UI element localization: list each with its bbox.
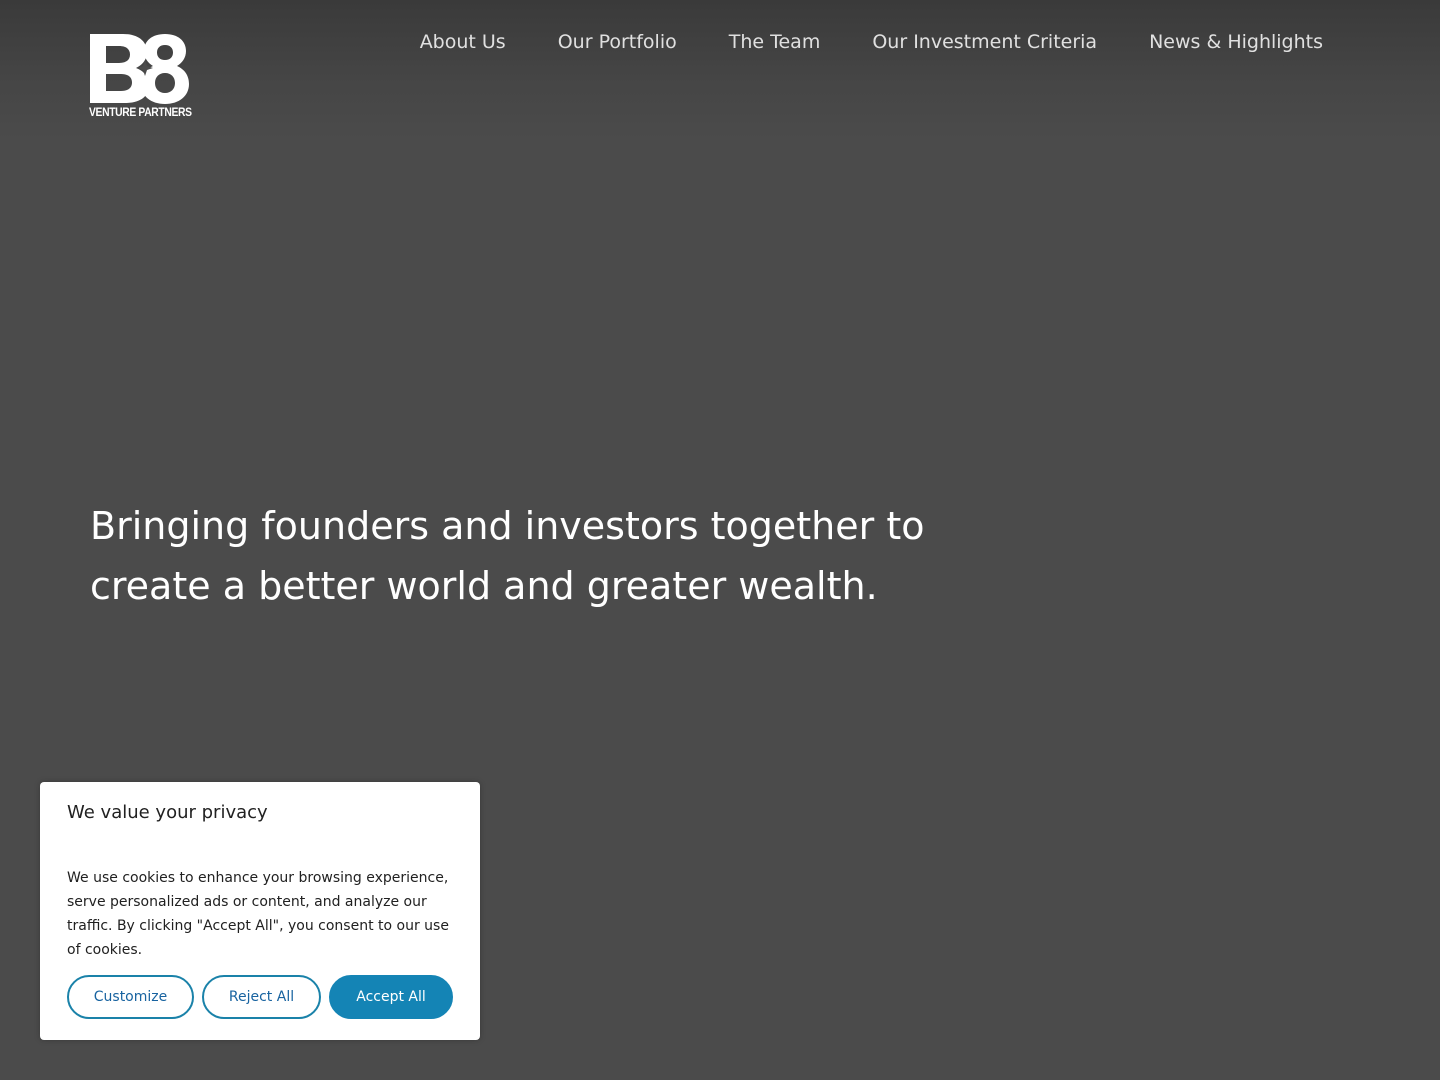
cookie-title: We value your privacy (67, 802, 268, 823)
nav-the-team[interactable]: The Team (729, 28, 821, 56)
nav-our-portfolio[interactable]: Our Portfolio (558, 28, 677, 56)
nav-about-us[interactable]: About Us (420, 28, 506, 56)
logo-subtitle: VENTURE PARTNERS (89, 105, 192, 119)
nav-news-highlights[interactable]: News & Highlights (1149, 28, 1323, 56)
cookie-actions: Customize Reject All Accept All (67, 975, 453, 1019)
accept-all-button[interactable]: Accept All (329, 975, 453, 1019)
main-nav: About Us Our Portfolio The Team Our Inve… (420, 28, 1323, 56)
b8-logo-mark (90, 34, 189, 104)
customize-button[interactable]: Customize (67, 975, 194, 1019)
b8-logo[interactable]: VENTURE PARTNERS (89, 33, 193, 121)
cookie-consent-dialog: We value your privacy We use cookies to … (40, 782, 480, 1040)
reject-all-button[interactable]: Reject All (202, 975, 321, 1019)
hero-tagline: Bringing founders and investors together… (90, 504, 925, 608)
nav-investment-criteria[interactable]: Our Investment Criteria (872, 28, 1097, 56)
cookie-description: We use cookies to enhance your browsing … (67, 870, 449, 958)
header-background (0, 0, 1440, 140)
